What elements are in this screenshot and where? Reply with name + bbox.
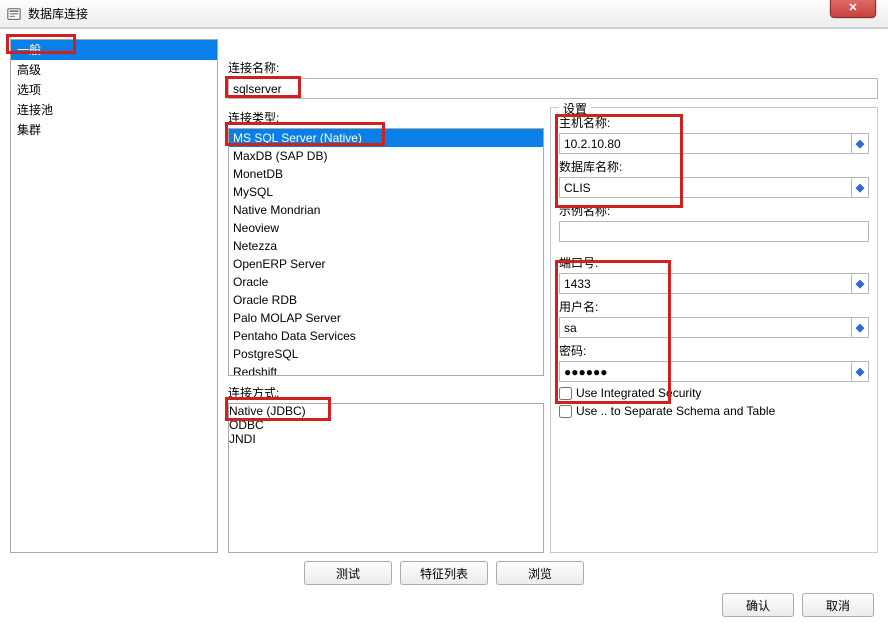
close-icon: ✕ <box>848 1 857 14</box>
port-label: 端口号: <box>559 254 869 271</box>
conn-type-option-7[interactable]: OpenERP Server <box>229 255 543 273</box>
conn-type-list[interactable]: MS SQL Server (Native)MaxDB (SAP DB)Mone… <box>228 128 544 376</box>
port-var-button[interactable]: ◆ <box>851 273 869 294</box>
sidebar-item-1[interactable]: 高级 <box>11 60 217 80</box>
host-var-button[interactable]: ◆ <box>851 133 869 154</box>
conn-type-option-1[interactable]: MaxDB (SAP DB) <box>229 147 543 165</box>
titlebar: 数据库连接 ✕ <box>0 0 888 28</box>
integrated-label: Use Integrated Security <box>576 386 701 400</box>
category-list[interactable]: 一般高级选项连接池集群 <box>10 39 218 553</box>
separate-label: Use .. to Separate Schema and Table <box>576 404 775 418</box>
conn-type-option-2[interactable]: MonetDB <box>229 165 543 183</box>
port-input[interactable] <box>559 273 851 294</box>
pass-label: 密码: <box>559 342 869 359</box>
diamond-icon: ◆ <box>856 137 864 150</box>
app-icon <box>6 6 22 22</box>
conn-type-option-3[interactable]: MySQL <box>229 183 543 201</box>
conn-name-label: 连接名称: <box>228 59 878 76</box>
conn-type-option-0[interactable]: MS SQL Server (Native) <box>229 129 543 147</box>
user-var-button[interactable]: ◆ <box>851 317 869 338</box>
db-input[interactable] <box>559 177 851 198</box>
host-label: 主机名称: <box>559 114 869 131</box>
conn-type-option-13[interactable]: Redshift <box>229 363 543 376</box>
user-label: 用户名: <box>559 298 869 315</box>
conn-type-option-5[interactable]: Neoview <box>229 219 543 237</box>
sidebar-item-4[interactable]: 集群 <box>11 120 217 140</box>
conn-type-label: 连接类型: <box>228 109 544 126</box>
action-button-row: 测试 特征列表 浏览 <box>0 553 888 593</box>
conn-type-option-11[interactable]: Pentaho Data Services <box>229 327 543 345</box>
diamond-icon: ◆ <box>856 321 864 334</box>
host-input[interactable] <box>559 133 851 154</box>
conn-mode-list[interactable]: Native (JDBC)ODBCJNDI <box>228 403 544 553</box>
conn-type-option-12[interactable]: PostgreSQL <box>229 345 543 363</box>
db-label: 数据库名称: <box>559 158 869 175</box>
conn-type-option-6[interactable]: Netezza <box>229 237 543 255</box>
conn-type-option-8[interactable]: Oracle <box>229 273 543 291</box>
sidebar-item-0[interactable]: 一般 <box>11 40 217 60</box>
ok-button[interactable]: 确认 <box>722 593 794 617</box>
instance-input[interactable] <box>559 221 869 242</box>
feature-list-button[interactable]: 特征列表 <box>400 561 488 585</box>
user-input[interactable] <box>559 317 851 338</box>
separate-checkbox[interactable] <box>559 405 572 418</box>
conn-mode-option-1[interactable]: ODBC <box>229 418 543 432</box>
pass-var-button[interactable]: ◆ <box>851 361 869 382</box>
conn-mode-option-2[interactable]: JNDI <box>229 432 543 446</box>
conn-name-input[interactable] <box>228 78 878 99</box>
diamond-icon: ◆ <box>856 277 864 290</box>
close-button[interactable]: ✕ <box>830 0 876 18</box>
diamond-icon: ◆ <box>856 365 864 378</box>
sidebar-item-2[interactable]: 选项 <box>11 80 217 100</box>
settings-fieldset: 设置 主机名称: ◆ 数据库名称: ◆ <box>550 107 878 553</box>
integrated-checkbox[interactable] <box>559 387 572 400</box>
browse-button[interactable]: 浏览 <box>496 561 584 585</box>
db-var-button[interactable]: ◆ <box>851 177 869 198</box>
settings-legend: 设置 <box>559 100 591 117</box>
conn-type-option-10[interactable]: Palo MOLAP Server <box>229 309 543 327</box>
conn-type-option-9[interactable]: Oracle RDB <box>229 291 543 309</box>
test-button[interactable]: 测试 <box>304 561 392 585</box>
pass-input[interactable] <box>559 361 851 382</box>
conn-type-option-4[interactable]: Native Mondrian <box>229 201 543 219</box>
instance-label: 示例名称: <box>559 202 869 219</box>
window-title: 数据库连接 <box>28 5 88 22</box>
diamond-icon: ◆ <box>856 181 864 194</box>
footer-button-row: 确认 取消 <box>0 593 888 631</box>
conn-mode-option-0[interactable]: Native (JDBC) <box>229 404 543 418</box>
sidebar-item-3[interactable]: 连接池 <box>11 100 217 120</box>
cancel-button[interactable]: 取消 <box>802 593 874 617</box>
conn-mode-label: 连接方式: <box>228 384 544 401</box>
